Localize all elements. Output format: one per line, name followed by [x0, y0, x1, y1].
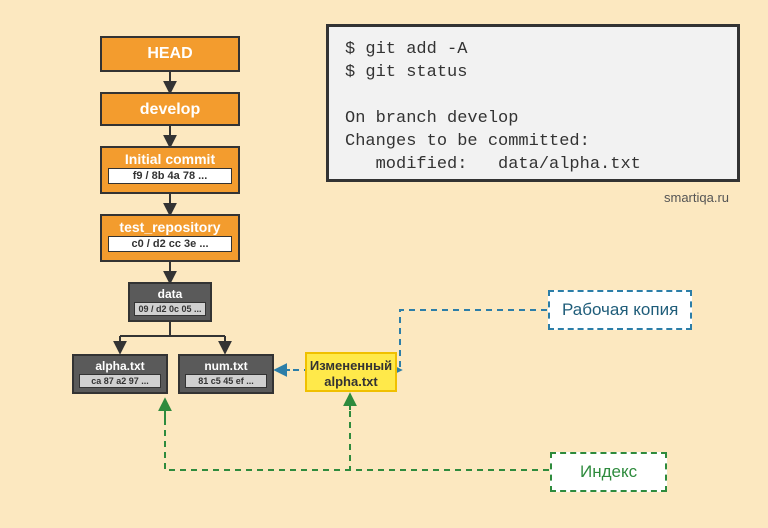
test-repo-title: test_repository: [102, 216, 238, 236]
initial-commit-hash: f9 / 8b 4a 78 ...: [108, 168, 232, 184]
node-data: data 09 / d2 0c 05 ...: [128, 282, 212, 322]
node-changed-alpha: Измененный alpha.txt: [305, 352, 397, 392]
changed-line2: alpha.txt: [307, 374, 395, 390]
terminal-output: $ git add -A $ git status On branch deve…: [326, 24, 740, 182]
label-index: Индекс: [550, 452, 667, 492]
initial-commit-title: Initial commit: [102, 148, 238, 168]
node-test-repository: test_repository c0 / d2 cc 3e ...: [100, 214, 240, 262]
changed-line1: Измененный: [307, 358, 395, 374]
node-initial-commit: Initial commit f9 / 8b 4a 78 ...: [100, 146, 240, 194]
node-alpha: alpha.txt ca 87 a2 97 ...: [72, 354, 168, 394]
node-develop: develop: [100, 92, 240, 126]
data-title: data: [130, 284, 210, 302]
num-hash: 81 c5 45 ef ...: [185, 374, 267, 388]
node-num: num.txt 81 c5 45 ef ...: [178, 354, 274, 394]
test-repo-hash: c0 / d2 cc 3e ...: [108, 236, 232, 252]
credit-text: smartiqa.ru: [664, 190, 729, 205]
alpha-hash: ca 87 a2 97 ...: [79, 374, 161, 388]
node-head: HEAD: [100, 36, 240, 72]
num-title: num.txt: [180, 356, 272, 374]
alpha-title: alpha.txt: [74, 356, 166, 374]
data-hash: 09 / d2 0c 05 ...: [134, 302, 206, 316]
label-working-copy: Рабочая копия: [548, 290, 692, 330]
